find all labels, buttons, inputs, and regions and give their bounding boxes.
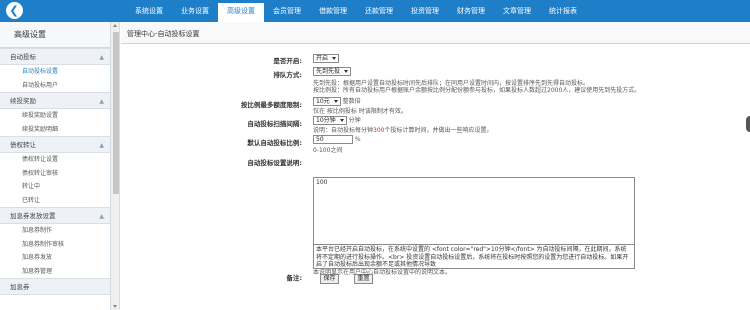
ratio-suffix: % <box>354 136 361 143</box>
chevron-down-icon <box>332 57 337 60</box>
sidebar-item-renewal-reward-settings[interactable]: 续投奖励设置 <box>0 109 110 123</box>
top-navigation-bar: ❮ 系统设置 业务设置 高级设置 会员管理 借款管理 还款管理 投资管理 财务管… <box>0 0 750 22</box>
interval-suffix: 分钟 <box>348 117 361 124</box>
tab-repayment-management[interactable]: 还款管理 <box>356 0 402 22</box>
sidebar-item-transferred[interactable]: 已转让 <box>0 194 110 208</box>
sidebar-item-coupon-issue[interactable]: 加息券发放 <box>0 251 110 265</box>
chevron-up-icon: ▲ <box>99 54 104 61</box>
chevron-down-icon <box>333 100 338 103</box>
back-button[interactable]: ❮ <box>6 2 23 19</box>
breadcrumb: 管理中心-自动投标设置 <box>121 22 750 44</box>
ratio-field: 50 % <box>313 135 361 144</box>
left-arrow-icon: ❮ <box>9 4 19 17</box>
tab-advanced-settings[interactable]: 高级设置 <box>218 3 264 22</box>
tab-investment-management[interactable]: 投资管理 <box>402 0 448 22</box>
chevron-up-icon: ▲ <box>99 98 104 105</box>
tab-finance-management[interactable]: 财务管理 <box>448 0 494 22</box>
max-amount-select[interactable]: 10元 <box>313 97 341 106</box>
tab-article-management[interactable]: 文章管理 <box>494 0 540 22</box>
max-amount-note: 仅在 按比例投标 时该限制才有效。 <box>313 108 407 115</box>
tab-loan-management[interactable]: 借款管理 <box>310 0 356 22</box>
sidebar-title: 高级设置 <box>0 22 110 48</box>
enable-select[interactable]: 开启 <box>313 54 340 63</box>
side-handle[interactable] <box>746 116 750 132</box>
chevron-down-icon <box>344 70 349 73</box>
sidebar-item-coupon-manage[interactable]: 加息券管理 <box>0 265 110 279</box>
enable-field: 开启 <box>313 54 340 63</box>
ratio-input[interactable]: 50 <box>313 135 353 144</box>
sidebar-scrollbar[interactable] <box>111 22 120 310</box>
interval-note-number: 300 <box>373 127 385 134</box>
interval-select-value: 10分钟 <box>316 117 336 124</box>
order-desc-2: 按比例投：所有自动投标用户根据账户余额按比例分配份额参与投标，如果投标人数超过2… <box>313 87 641 94</box>
sidebar-group-renewal-reward[interactable]: 续投奖励 ▲ <box>0 92 110 109</box>
ratio-note: 0-100之间 <box>313 147 343 154</box>
interval-select[interactable]: 10分钟 <box>313 116 347 125</box>
chevron-up-icon: ▲ <box>99 142 104 149</box>
interval-label: 自动投标扫描间隔: <box>247 120 302 128</box>
tab-statistics-reports[interactable]: 统计报表 <box>540 0 586 22</box>
order-select-value: 先到先投 <box>316 68 341 75</box>
max-amount-label: 按比例最多额度限制: <box>240 101 302 109</box>
sidebar-item-auto-bid-users[interactable]: 自动投标用户 <box>0 79 110 93</box>
max-amount-field: 10元 整数倍 <box>313 96 361 106</box>
scrollbar-thumb[interactable] <box>112 32 119 194</box>
sidebar: 高级设置 自动投标 ▲ 自动投标设置 自动投标用户 续投奖励 ▲ 续投奖励设置 … <box>0 22 111 310</box>
ratio-label: 默认自动投标比例: <box>247 139 302 147</box>
order-select[interactable]: 先到先投 <box>313 67 352 76</box>
sidebar-group-debt-transfer[interactable]: 债权转让 ▲ <box>0 136 110 153</box>
desc-label: 自动投标设置说明: <box>247 159 302 167</box>
sidebar-group-auto-bid[interactable]: 自动投标 ▲ <box>0 48 110 65</box>
sidebar-group-label: 加息券 <box>10 283 30 291</box>
reset-button[interactable]: 重置 <box>354 274 373 284</box>
max-amount-select-value: 10元 <box>316 98 330 105</box>
max-amount-suffix: 整数倍 <box>342 98 361 105</box>
save-button[interactable]: 保存 <box>320 274 339 284</box>
sidebar-item-renewal-reward-details[interactable]: 续投奖励明细 <box>0 123 110 137</box>
order-field: 先到先投 <box>313 67 352 76</box>
enable-label: 是否开启: <box>273 57 302 65</box>
sidebar-group-label: 自动投标 <box>10 53 36 61</box>
interval-field: 10分钟 分钟 <box>313 115 361 125</box>
sidebar-item-coupon-create-review[interactable]: 加息券制作审核 <box>0 238 110 252</box>
sidebar-item-debt-transfer-review[interactable]: 债权转让审核 <box>0 167 110 181</box>
sidebar-item-debt-transfer-settings[interactable]: 债权转让设置 <box>0 153 110 167</box>
remark-label: 备注: <box>286 274 302 282</box>
main-content: 管理中心-自动投标设置 是否开启: 开启 排队方式: 先到先投 先到先投：根据用… <box>121 22 750 310</box>
chevron-up-icon: ▲ <box>99 213 104 220</box>
scroll-down-arrow-icon[interactable] <box>113 305 117 308</box>
sidebar-item-auto-bid-settings[interactable]: 自动投标设置 <box>0 65 110 79</box>
tab-system-settings[interactable]: 系统设置 <box>126 0 172 22</box>
sidebar-group-coupon-settings[interactable]: 加息券发放设置 ▲ <box>0 207 110 224</box>
interval-note-post: 个投标计算时间，并做出一些响应设置。 <box>384 127 493 134</box>
sidebar-group-label: 债权转让 <box>10 141 36 149</box>
tab-member-management[interactable]: 会员管理 <box>264 0 310 22</box>
sidebar-item-transferring[interactable]: 转让中 <box>0 180 110 194</box>
remark-textarea[interactable]: 本平台已经开启自动投标，在系统中设置的 <font color="red">10… <box>313 244 635 269</box>
scroll-up-arrow-icon[interactable] <box>113 24 117 27</box>
interval-note-pre: 说明：自动投标每分钟 <box>313 127 374 134</box>
sidebar-group-coupon[interactable]: 加息券 <box>0 278 110 295</box>
top-tabs: 系统设置 业务设置 高级设置 会员管理 借款管理 还款管理 投资管理 财务管理 … <box>126 0 586 22</box>
sidebar-group-label: 续投奖励 <box>10 97 36 105</box>
enable-select-value: 开启 <box>316 55 329 62</box>
chevron-down-icon <box>339 119 344 122</box>
interval-note: 说明：自动投标每分钟300个投标计算时间，并做出一些响应设置。 <box>313 125 492 134</box>
sidebar-item-coupon-create[interactable]: 加息券制作 <box>0 224 110 238</box>
sidebar-group-label: 加息券发放设置 <box>10 212 56 220</box>
order-label: 排队方式: <box>273 71 302 79</box>
tab-business-settings[interactable]: 业务设置 <box>172 0 218 22</box>
